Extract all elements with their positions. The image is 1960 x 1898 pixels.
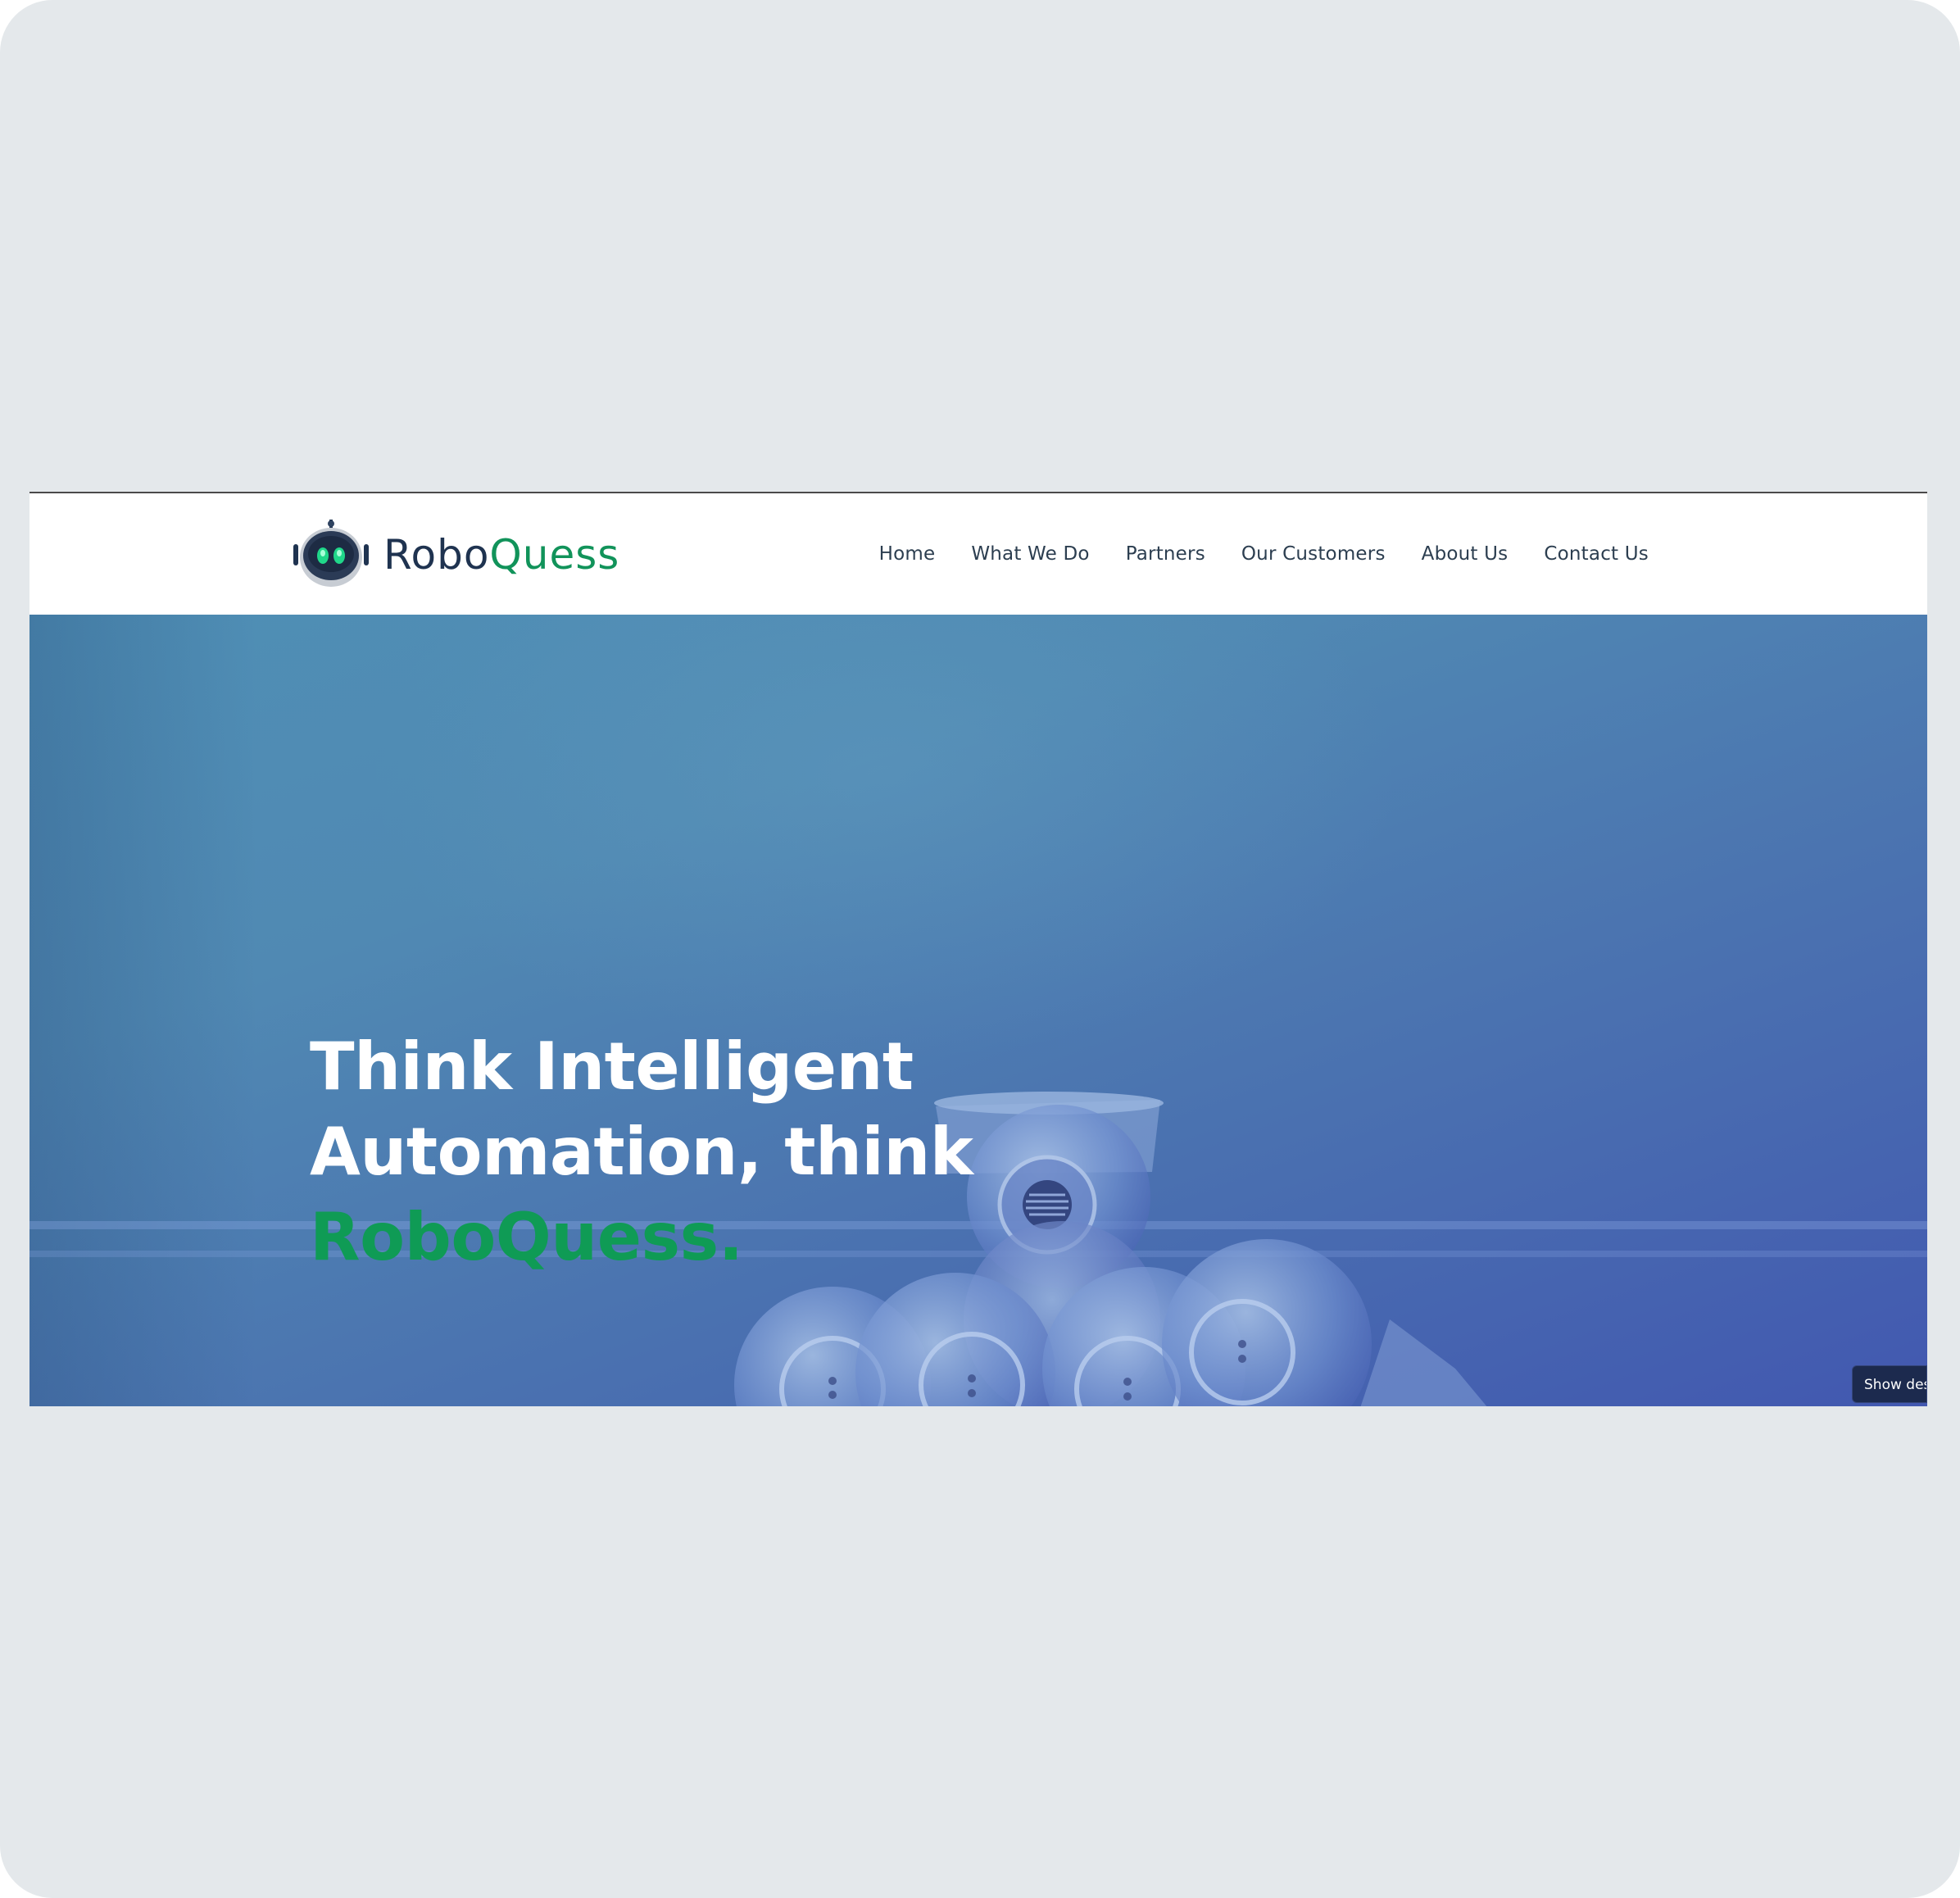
brand-logo-link[interactable]: RoboQuess	[290, 518, 619, 592]
browser-viewport: RoboQuess Home What We Do Partners Our C…	[29, 492, 1927, 1406]
nav-link-about-us[interactable]: About Us	[1422, 543, 1509, 565]
show-desktop-button[interactable]: Show deskt	[1852, 1365, 1927, 1403]
brand-wordmark: RoboQuess	[383, 531, 619, 579]
nav-item-what-we-do: What We Do	[971, 543, 1089, 565]
site-header: RoboQuess Home What We Do Partners Our C…	[29, 493, 1927, 615]
nav-item-about-us: About Us	[1422, 543, 1509, 565]
hero-headline-line1: Think Intelligent	[310, 1028, 914, 1105]
nav-item-partners: Partners	[1126, 543, 1205, 565]
hero-headline: Think Intelligent Automation, think Robo…	[310, 1024, 973, 1280]
brand-name-part2: Quess	[489, 531, 620, 579]
brand-name-part1: Robo	[383, 531, 490, 579]
nav-item-home: Home	[879, 543, 936, 565]
hero-headline-line2: Automation, think	[310, 1114, 973, 1190]
robot-head-icon	[290, 520, 372, 590]
nav-item-our-customers: Our Customers	[1241, 543, 1386, 565]
nav-item-contact-us: Contact Us	[1544, 543, 1649, 565]
device-frame: RoboQuess Home What We Do Partners Our C…	[0, 0, 1960, 1898]
hero-section: Think Intelligent Automation, think Robo…	[29, 615, 1927, 1406]
nav-link-contact-us[interactable]: Contact Us	[1544, 543, 1649, 565]
nav-link-what-we-do[interactable]: What We Do	[971, 543, 1089, 565]
nav-link-partners[interactable]: Partners	[1126, 543, 1205, 565]
main-navigation: Home What We Do Partners Our Customers A…	[879, 493, 1649, 615]
nav-link-our-customers[interactable]: Our Customers	[1241, 543, 1386, 565]
nav-link-home[interactable]: Home	[879, 543, 936, 565]
hero-headline-accent: RoboQuess.	[310, 1199, 743, 1275]
